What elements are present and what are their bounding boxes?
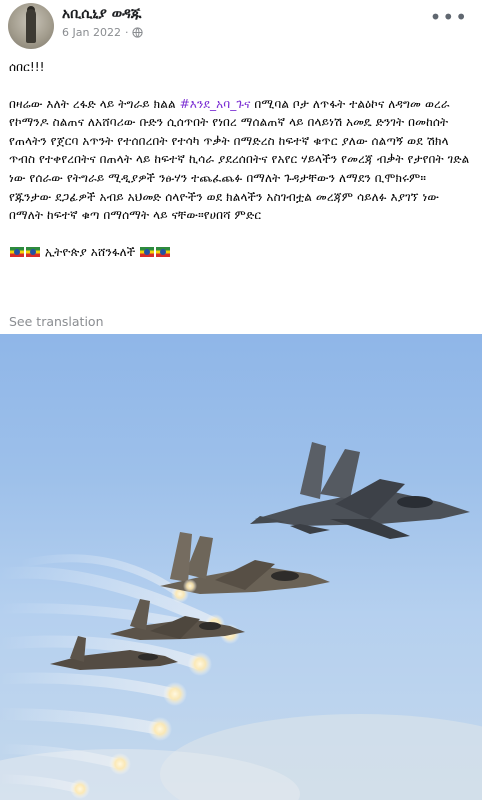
- post-header: አቢሲኒያ ወዳጁ 6 Jan 2022 · •••: [0, 0, 482, 56]
- ethiopia-flag-icon: [26, 246, 40, 257]
- see-translation-link[interactable]: See translation: [9, 314, 104, 329]
- post-closing: ኢትዮጵያ አሸንፋለች: [9, 243, 471, 262]
- fighter-jets-illustration: [0, 442, 482, 800]
- avatar-figure-shape: [26, 9, 36, 43]
- closing-text: ኢትዮጵያ አሸንፋለች: [41, 244, 140, 259]
- post-paragraph-rest: በሚባል ቦታ ለጥፋት ተልዕኮና ለዳግመ ወረራ የኮማንዶ ስልጠና ለ…: [9, 96, 470, 223]
- post-body: ሰበር!!! በዛሬው እለት ረፋድ ላይ ትግራይ ክልል #እንደ_አባ_…: [9, 58, 471, 261]
- ethiopia-flag-icon: [140, 246, 155, 257]
- jet-middle: [160, 532, 330, 594]
- globe-icon: [132, 27, 144, 38]
- hashtag-link[interactable]: #እንደ_አባ_ጉና: [180, 97, 251, 111]
- post-date[interactable]: 6 Jan 2022: [62, 26, 121, 39]
- author-name[interactable]: አቢሲኒያ ወዳጁ: [62, 6, 141, 22]
- post-photo[interactable]: [0, 334, 482, 800]
- ethiopia-flag-icon: [10, 246, 24, 257]
- post-paragraph: በዛሬው እለት ረፋድ ላይ ትግራይ ክልል #እንደ_አባ_ጉና በሚባል…: [9, 95, 471, 225]
- jet-lead: [250, 442, 470, 539]
- more-options-icon[interactable]: •••: [430, 7, 468, 27]
- post-paragraph-start: በዛሬው እለት ረፋድ ላይ ትግራይ ክልል: [9, 96, 180, 111]
- post-headline: ሰበር!!!: [9, 60, 45, 74]
- ethiopia-flag-icon: [156, 246, 171, 257]
- post-meta: 6 Jan 2022 ·: [62, 26, 144, 39]
- meta-separator: ·: [124, 26, 129, 39]
- avatar[interactable]: [8, 3, 54, 49]
